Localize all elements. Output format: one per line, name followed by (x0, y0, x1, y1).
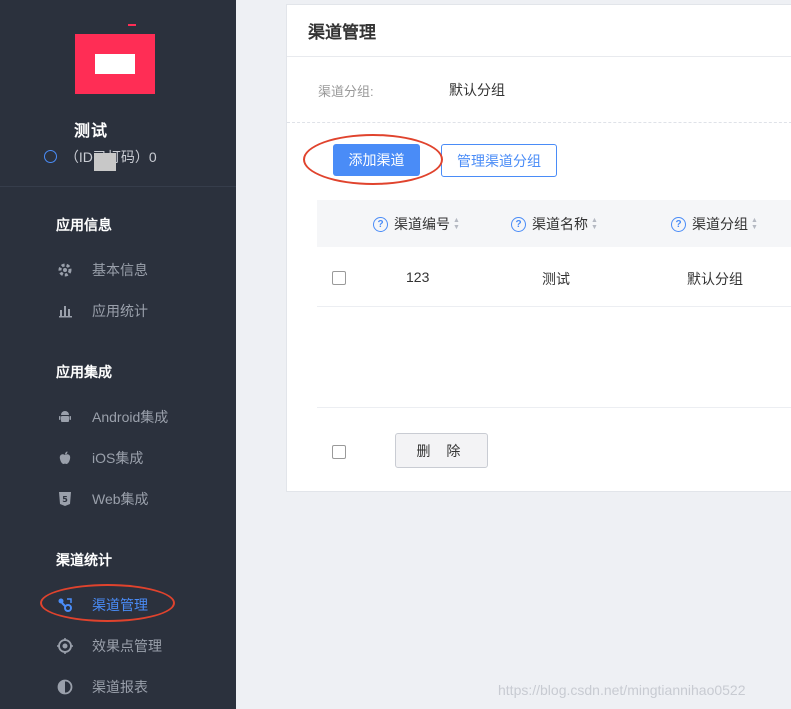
sidebar-item-channel-report[interactable]: 渠道报表 (56, 677, 148, 697)
help-icon[interactable]: ? (671, 216, 686, 232)
filter-label: 渠道分组: (318, 84, 374, 99)
cell-channel-name: 测试 (542, 271, 570, 287)
gear-icon (56, 261, 74, 279)
column-header-channel-id[interactable]: ? 渠道编号 ▲ ▼ (373, 214, 460, 234)
sidebar-item-android[interactable]: Android集成 (56, 407, 168, 427)
logo-mark (128, 24, 136, 26)
info-icon (44, 150, 57, 163)
app-logo (75, 34, 155, 94)
table-header: ? 渠道编号 ▲ ▼ ? 渠道名称 ▲ ▼ ? 渠道分组 ▲ ▼ (317, 200, 791, 247)
annotation-circle (303, 134, 443, 185)
table-row: 123 测试 默认分组 (317, 247, 791, 307)
sort-icon[interactable]: ▲ ▼ (453, 217, 460, 231)
table-footer-divider (317, 407, 791, 408)
column-header-channel-group[interactable]: ? 渠道分组 ▲ ▼ (671, 214, 758, 234)
annotation-circle (40, 584, 175, 622)
section-title-channel-stats: 渠道统计 (56, 552, 112, 568)
page-title: 渠道管理 (287, 5, 791, 57)
app-name: 测试 (74, 123, 109, 140)
sidebar-item-app-stats[interactable]: 应用统计 (56, 301, 148, 321)
apple-icon (56, 449, 74, 467)
column-header-channel-name[interactable]: ? 渠道名称 ▲ ▼ (511, 214, 598, 234)
delete-button[interactable]: 删 除 (395, 433, 488, 468)
bar-chart-icon (56, 302, 74, 320)
half-circle-icon (56, 678, 74, 696)
redacted-block (94, 153, 116, 171)
watermark: https://blog.csdn.net/mingtiannihao0522 (498, 682, 746, 698)
html5-icon: 5 (56, 490, 74, 508)
row-checkbox[interactable] (332, 271, 346, 285)
group-filter-value[interactable]: 默认分组 (449, 80, 505, 100)
sidebar-divider (0, 186, 236, 187)
sidebar-item-basic-info[interactable]: 基本信息 (56, 260, 148, 280)
sidebar-item-ios[interactable]: iOS集成 (56, 448, 143, 468)
cell-channel-id: 123 (406, 269, 430, 285)
sort-icon[interactable]: ▲ ▼ (751, 217, 758, 231)
filter-row: 渠道分组: 默认分组 (287, 57, 791, 123)
target-icon (56, 637, 74, 655)
sidebar-item-web[interactable]: 5 Web集成 (56, 489, 149, 509)
select-all-checkbox[interactable] (332, 445, 346, 459)
section-title-integration: 应用集成 (56, 364, 112, 380)
android-icon (56, 408, 74, 426)
help-icon[interactable]: ? (511, 216, 526, 232)
sort-icon[interactable]: ▲ ▼ (591, 217, 598, 231)
sidebar-item-effect-points[interactable]: 效果点管理 (56, 636, 162, 656)
cell-channel-group: 默认分组 (687, 271, 743, 287)
svg-text:5: 5 (62, 495, 68, 504)
channel-management-panel: 渠道管理 渠道分组: 默认分组 添加渠道 管理渠道分组 ? 渠道编号 ▲ ▼ ? … (286, 4, 791, 492)
help-icon[interactable]: ? (373, 216, 388, 232)
section-title-app-info: 应用信息 (56, 217, 112, 233)
manage-channel-groups-button[interactable]: 管理渠道分组 (441, 144, 557, 177)
sidebar: 测试 （ID已打码）0 应用信息 基本信息 应用统计 应用集成 Android集… (0, 0, 236, 709)
